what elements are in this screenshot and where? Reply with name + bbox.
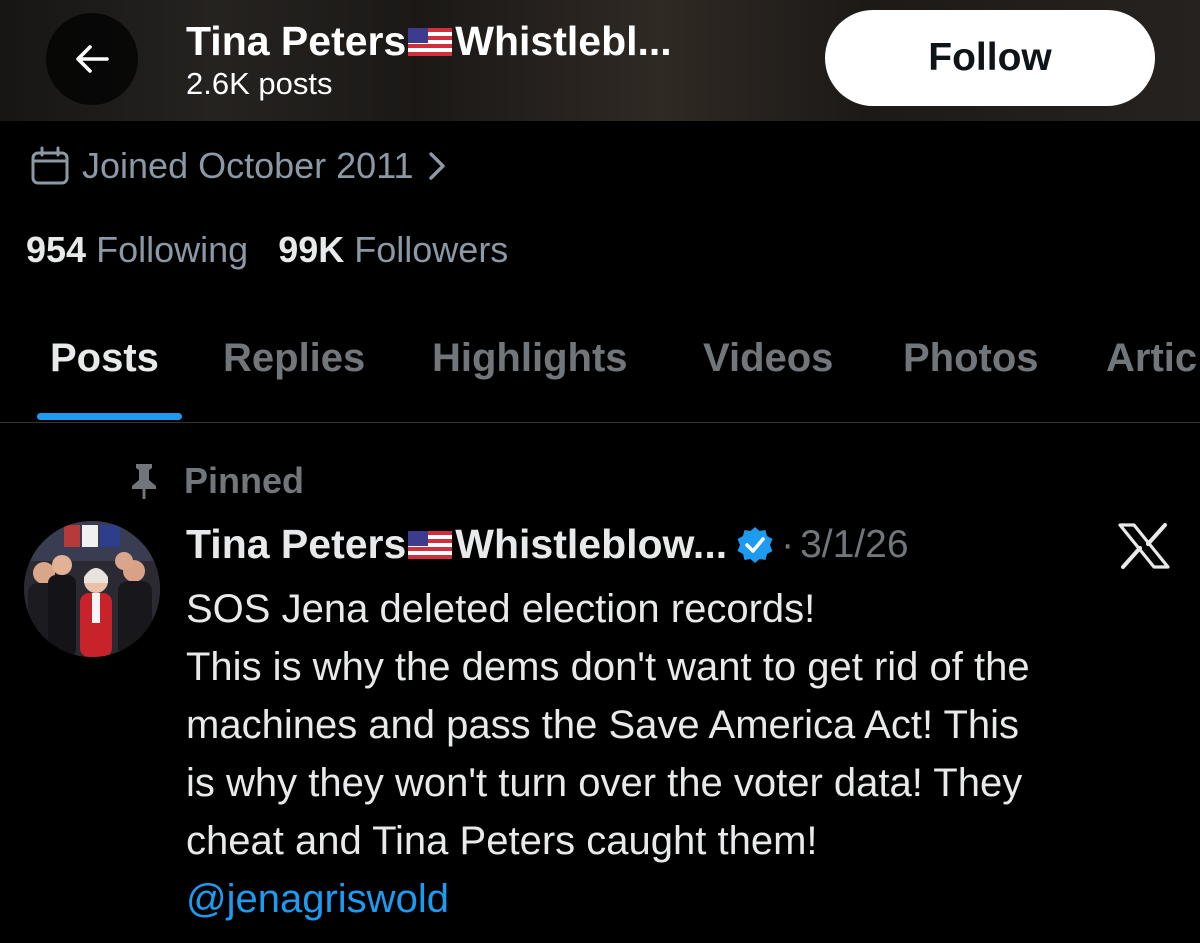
back-button[interactable]: [46, 13, 138, 105]
profile-header: Tina Peters Whistlebl... 2.6K posts Foll…: [0, 0, 1200, 121]
tweet-author-suffix: Whistleblow...: [455, 521, 728, 567]
active-tab-indicator: [37, 413, 182, 420]
posts-count: 2.6K posts: [186, 66, 333, 101]
tweet-header: Tina Peters Whistleblow... · 3/1/26: [186, 521, 909, 568]
tab-photos[interactable]: Photos: [903, 336, 1039, 381]
tweet-text: SOS Jena deleted election records! This …: [186, 580, 1176, 928]
joined-label: Joined October 2011: [82, 145, 414, 186]
tweet-author-name: Tina Peters: [186, 521, 407, 567]
tweet-line: This is why the dems don't want to get r…: [186, 645, 1030, 689]
tweet-line: cheat and Tina Peters caught them!: [186, 819, 818, 863]
tab-videos[interactable]: Videos: [703, 336, 833, 381]
us-flag-emoji: [408, 530, 453, 559]
followers-label: Followers: [354, 229, 509, 270]
tab-posts[interactable]: Posts: [50, 336, 159, 381]
follow-button[interactable]: Follow: [825, 10, 1155, 106]
pin-icon: [132, 464, 156, 499]
follow-counts: 954 Following 99K Followers: [26, 229, 508, 271]
tweet-line: is why they won't turn over the voter da…: [186, 761, 1023, 805]
tweet-line: SOS Jena deleted election records!: [186, 587, 816, 631]
pinned-label: Pinned: [128, 460, 304, 502]
tweet-author[interactable]: Tina Peters Whistleblow...: [186, 521, 727, 568]
header-name: Tina Peters: [186, 18, 407, 64]
following-count: 954: [26, 229, 87, 270]
tweet-line: machines and pass the Save America Act! …: [186, 703, 1020, 747]
profile-tabs: Posts Replies Highlights Videos Photos A…: [0, 330, 1200, 423]
us-flag-emoji: [408, 27, 453, 56]
tweet-separator: ·: [781, 522, 795, 566]
following-link[interactable]: 954 Following: [26, 229, 258, 270]
tab-highlights[interactable]: Highlights: [432, 336, 628, 381]
tab-articles[interactable]: Artic: [1106, 336, 1197, 381]
pinned-text: Pinned: [184, 460, 305, 501]
calendar-icon: [31, 146, 69, 185]
header-title: Tina Peters Whistlebl...: [186, 18, 672, 65]
avatar-photo: [24, 521, 160, 657]
header-name-suffix: Whistlebl...: [455, 18, 672, 64]
mention-link[interactable]: @jenagriswold: [186, 870, 1176, 928]
tweet-date[interactable]: 3/1/26: [800, 523, 908, 567]
following-label: Following: [96, 229, 249, 270]
joined-date[interactable]: Joined October 2011: [30, 145, 446, 187]
x-logo-icon: [1118, 523, 1170, 569]
followers-link[interactable]: 99K Followers: [278, 229, 508, 270]
tab-replies[interactable]: Replies: [223, 336, 365, 381]
chevron-right-icon: [428, 152, 445, 180]
followers-count: 99K: [278, 229, 345, 270]
profile-page: Tina Peters Whistlebl... 2.6K posts Foll…: [0, 0, 1200, 943]
verified-badge-icon: [737, 526, 773, 563]
avatar[interactable]: [24, 521, 160, 657]
arrow-left-icon: [76, 45, 109, 73]
